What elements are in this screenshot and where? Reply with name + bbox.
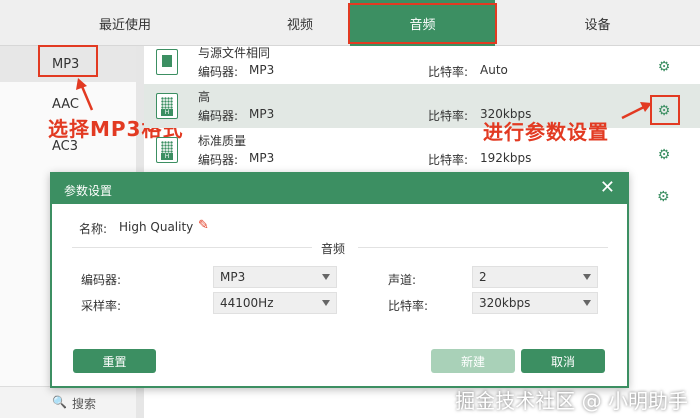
preset-codec-value: MP3: [249, 151, 275, 165]
encoder-select[interactable]: MP3: [213, 266, 337, 288]
audio-sq-icon: H: [156, 137, 178, 163]
audio-hq-icon: H: [156, 93, 178, 119]
close-icon[interactable]: ✕: [600, 179, 615, 197]
param-arrow-icon: [621, 102, 652, 120]
preset-codec-label: 编码器:: [198, 65, 239, 79]
preset-bitrate-value: 192kbps: [480, 151, 532, 165]
search-icon: 🔍: [52, 395, 67, 409]
preset-codec-label: 编码器:: [198, 153, 239, 167]
file-copy-icon: [156, 49, 178, 75]
preset-name: 与源文件相同: [198, 46, 271, 60]
channel-select[interactable]: 2: [472, 266, 598, 288]
bitrate-select[interactable]: 320kbps: [472, 292, 598, 314]
section-title-audio: 音频: [321, 242, 346, 256]
preset-bitrate-label: 比特率:: [428, 153, 469, 167]
edit-icon[interactable]: ✎: [198, 218, 209, 233]
preset-list: 与源文件相同 编码器: MP3 比特率: Auto ⚙ H 高 编码器: MP3…: [144, 40, 700, 180]
search-bar[interactable]: 🔍 搜索: [0, 386, 136, 418]
samplerate-label: 采样率:: [81, 299, 122, 313]
mp3-arrow-icon: [76, 78, 94, 111]
format-item-mp3[interactable]: MP3: [0, 46, 136, 82]
preset-bitrate-label: 比特率:: [428, 109, 469, 123]
gear-icon[interactable]: ⚙: [657, 60, 671, 74]
chevron-down-icon: [322, 300, 330, 306]
reset-button[interactable]: 重置: [73, 349, 156, 373]
section-divider-right: [358, 247, 608, 248]
encoder-value: MP3: [220, 270, 246, 284]
preset-name: 高: [198, 90, 211, 104]
gear-icon[interactable]: ⚙: [657, 148, 671, 162]
cancel-button[interactable]: 取消: [521, 349, 605, 373]
samplerate-value: 44100Hz: [220, 296, 274, 310]
chevron-down-icon: [583, 274, 591, 280]
dialog-title: 参数设置: [64, 184, 113, 198]
name-label: 名称:: [79, 222, 108, 236]
dialog-header: 参数设置 ✕: [52, 174, 627, 204]
chevron-down-icon: [583, 300, 591, 306]
gear-icon[interactable]: ⚙: [657, 189, 670, 205]
section-divider-left: [72, 247, 312, 248]
preset-row-standard[interactable]: H 标准质量 编码器: MP3 比特率: 192kbps ⚙: [144, 128, 700, 172]
preset-bitrate-value: Auto: [480, 63, 508, 77]
channel-value: 2: [479, 270, 487, 284]
param-settings-dialog: 参数设置 ✕ 名称: High Quality ✎ 音频 编码器: MP3 声道…: [50, 172, 629, 388]
preset-bitrate-label: 比特率:: [428, 65, 469, 79]
chevron-down-icon: [322, 274, 330, 280]
channel-label: 声道:: [388, 273, 417, 287]
bitrate-value: 320kbps: [479, 296, 531, 310]
preset-name: 标准质量: [198, 134, 247, 148]
search-label: 搜索: [72, 397, 97, 411]
new-button[interactable]: 新建: [431, 349, 515, 373]
watermark: 掘金技术社区 @ 小明助手: [455, 389, 688, 413]
preset-codec-value: MP3: [249, 63, 275, 77]
samplerate-select[interactable]: 44100Hz: [213, 292, 337, 314]
gear-highlight: [650, 95, 680, 125]
name-field[interactable]: High Quality: [119, 220, 193, 234]
param-settings-annotation: 进行参数设置: [483, 120, 609, 144]
bitrate-label: 比特率:: [388, 299, 429, 313]
preset-codec-label: 编码器:: [198, 109, 239, 123]
preset-row-same-as-source[interactable]: 与源文件相同 编码器: MP3 比特率: Auto ⚙: [144, 40, 700, 84]
encoder-label: 编码器:: [81, 273, 122, 287]
preset-row-high[interactable]: H 高 编码器: MP3 比特率: 320kbps ⚙: [144, 84, 700, 128]
preset-codec-value: MP3: [249, 107, 275, 121]
